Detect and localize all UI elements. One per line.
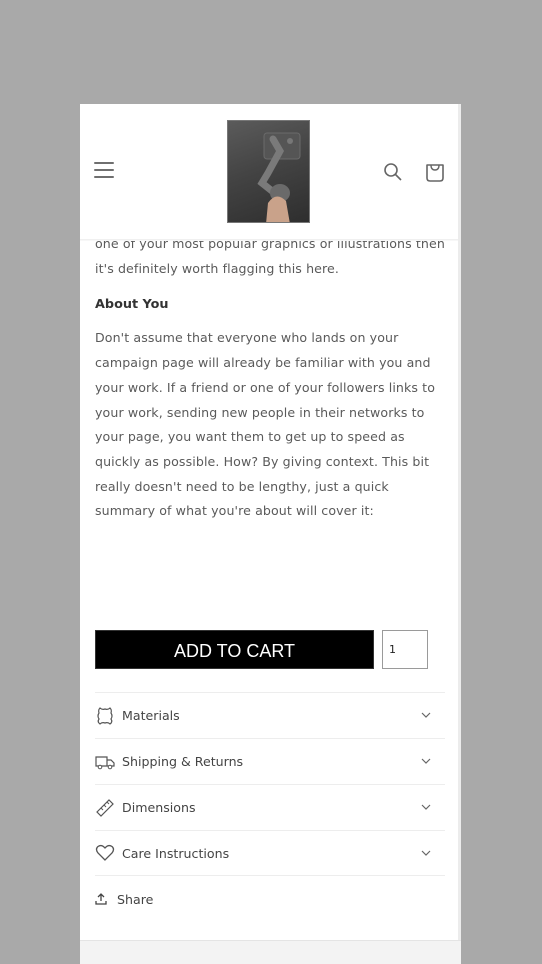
product-page-card: one of your most popular graphics or ill… xyxy=(80,104,461,940)
add-to-cart-button[interactable]: ADD TO CART xyxy=(95,630,374,669)
accordion-label: Care Instructions xyxy=(122,845,230,861)
share-icon xyxy=(95,893,107,905)
hamburger-icon xyxy=(94,162,114,178)
gimbal-illustration xyxy=(257,132,301,222)
truck-icon xyxy=(95,752,115,772)
accordion-materials[interactable]: Materials xyxy=(95,692,445,738)
share-button[interactable]: Share xyxy=(95,892,153,907)
site-header xyxy=(80,104,458,240)
accordion-shipping-returns[interactable]: Shipping & Returns xyxy=(95,738,445,784)
ruler-icon xyxy=(95,798,115,818)
chevron-down-icon xyxy=(421,850,431,856)
accordion-dimensions[interactable]: Dimensions xyxy=(95,784,445,830)
chevron-down-icon xyxy=(421,804,431,810)
search-icon xyxy=(384,163,402,181)
quantity-input[interactable] xyxy=(382,630,428,669)
product-accordion: Materials Shipping & Returns Dimensions … xyxy=(95,692,445,876)
accordion-care-instructions[interactable]: Care Instructions xyxy=(95,830,445,876)
about-body: Don't assume that everyone who lands on … xyxy=(95,330,436,519)
product-description: one of your most popular graphics or ill… xyxy=(95,232,445,524)
heart-icon xyxy=(95,843,115,863)
purchase-row: ADD TO CART xyxy=(95,630,435,670)
share-label: Share xyxy=(117,892,154,907)
accordion-label: Dimensions xyxy=(122,800,196,815)
cart-button[interactable] xyxy=(424,161,446,183)
accordion-label: Shipping & Returns xyxy=(122,754,244,769)
page-footer-strip xyxy=(80,940,461,964)
logo-image[interactable] xyxy=(227,120,310,223)
menu-button[interactable] xyxy=(94,162,114,180)
shopping-bag-icon xyxy=(426,164,444,182)
about-heading: About You xyxy=(95,297,169,313)
leather-icon xyxy=(95,706,115,726)
chevron-down-icon xyxy=(421,758,431,764)
search-button[interactable] xyxy=(383,162,403,182)
chevron-down-icon xyxy=(421,712,431,718)
accordion-label: Materials xyxy=(122,708,180,723)
